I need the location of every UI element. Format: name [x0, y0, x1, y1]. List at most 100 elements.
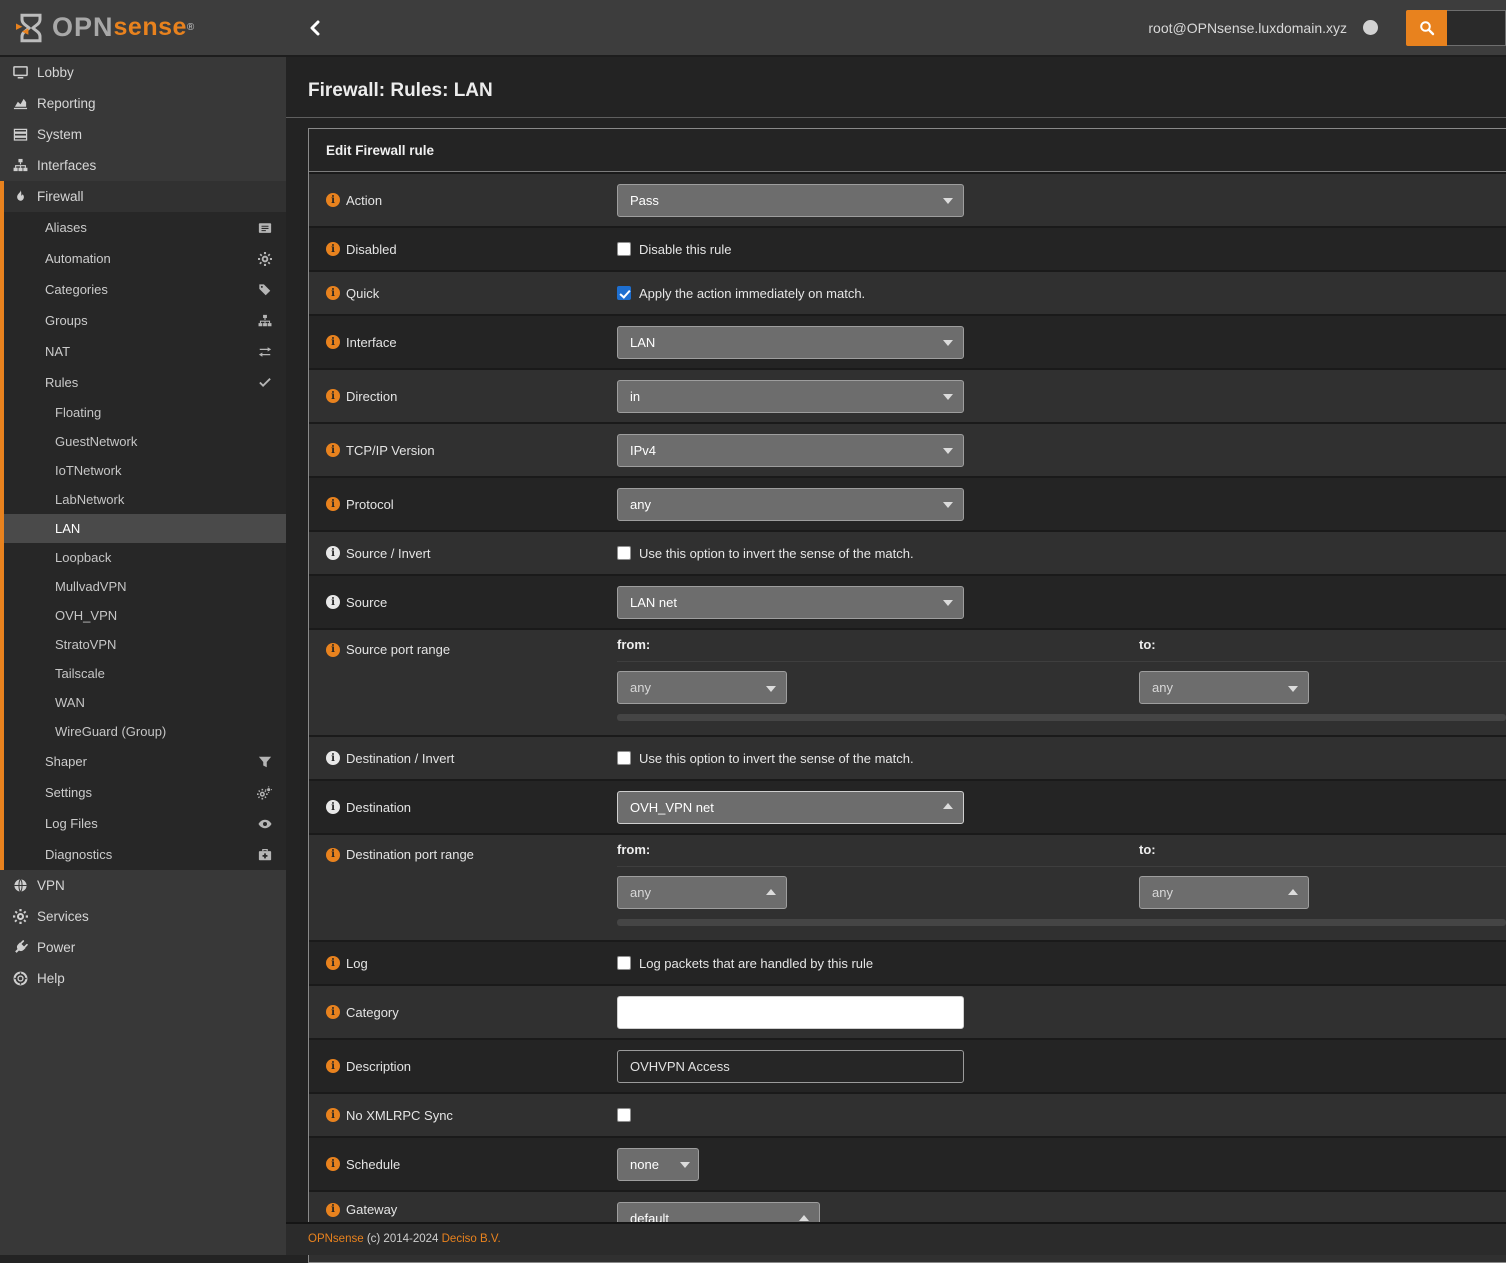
selected-value: any [1152, 680, 1173, 695]
destination-port-to-select[interactable]: any [1139, 876, 1309, 909]
sidebar-item-rules-labnetwork[interactable]: LabNetwork [4, 485, 286, 514]
sidebar-item-label: Services [37, 909, 89, 924]
checkbox-label: Disable this rule [639, 242, 732, 257]
schedule-select[interactable]: none [617, 1148, 699, 1181]
opnsense-logo[interactable]: OPNsense® [0, 12, 286, 43]
port-table-header: from: to: [617, 636, 1506, 662]
sidebar-item-rules-lan[interactable]: LAN [4, 514, 286, 543]
info-icon[interactable] [326, 595, 340, 609]
sidebar-item-automation[interactable]: Automation [4, 243, 286, 274]
sidebar-item-lobby[interactable]: Lobby [0, 57, 286, 88]
deciso-footer-link[interactable]: Deciso B.V. [442, 1233, 501, 1245]
info-icon[interactable] [326, 1157, 340, 1171]
logged-in-user[interactable]: root@OPNsense.luxdomain.xyz [1148, 20, 1347, 36]
info-icon[interactable] [326, 193, 340, 207]
sidebar-item-help[interactable]: Help [0, 963, 286, 994]
source-invert-checkbox[interactable] [617, 546, 631, 560]
field-label: TCP/IP Version [346, 443, 435, 458]
sidebar-item-reporting[interactable]: Reporting [0, 88, 286, 119]
info-icon[interactable] [326, 956, 340, 970]
destination-port-from-select[interactable]: any [617, 876, 787, 909]
opnsense-footer-link[interactable]: OPNsense [308, 1233, 364, 1245]
firewall-submenu: Aliases Automation Categories Groups [4, 212, 286, 870]
form-row-destination: Destination OVH_VPN net [309, 779, 1506, 833]
info-icon[interactable] [326, 848, 340, 862]
source-select[interactable]: LAN net [617, 586, 964, 619]
sidebar-item-services[interactable]: Services [0, 901, 286, 932]
sidebar-item-log-files[interactable]: Log Files [4, 808, 286, 839]
sidebar-item-nat[interactable]: NAT [4, 336, 286, 367]
sidebar-item-diagnostics[interactable]: Diagnostics [4, 839, 286, 870]
sidebar-item-rules-iotnetwork[interactable]: IoTNetwork [4, 456, 286, 485]
sidebar-item-rules-floating[interactable]: Floating [4, 398, 286, 427]
destination-select[interactable]: OVH_VPN net [617, 791, 964, 824]
sidebar-item-rules-mullvadvpn[interactable]: MullvadVPN [4, 572, 286, 601]
sidebar-item-label: VPN [37, 878, 65, 893]
sidebar-item-power[interactable]: Power [0, 932, 286, 963]
sidebar-nav: Lobby Reporting System Interfaces Firewa… [0, 57, 286, 1255]
info-icon[interactable] [326, 1005, 340, 1019]
disabled-checkbox[interactable] [617, 242, 631, 256]
protocol-select[interactable]: any [617, 488, 964, 521]
gears-icon [257, 786, 272, 800]
description-input[interactable] [617, 1050, 964, 1083]
horizontal-scrollbar[interactable] [617, 714, 1506, 721]
sidebar-item-label: Help [37, 971, 65, 986]
sidebar-item-rules-loopback[interactable]: Loopback [4, 543, 286, 572]
info-icon[interactable] [326, 335, 340, 349]
sidebar-item-aliases[interactable]: Aliases [4, 212, 286, 243]
info-icon[interactable] [326, 443, 340, 457]
search-input[interactable] [1447, 10, 1506, 46]
horizontal-scrollbar[interactable] [617, 919, 1506, 926]
direction-select[interactable]: in [617, 380, 964, 413]
form-row-disabled: Disabled Disable this rule [309, 226, 1506, 270]
destination-invert-checkbox[interactable] [617, 751, 631, 765]
sidebar-item-rules-stratovpn[interactable]: StratoVPN [4, 630, 286, 659]
sidebar-item-rules-tailscale[interactable]: Tailscale [4, 659, 286, 688]
info-icon[interactable] [326, 800, 340, 814]
sidebar-collapse-chevron-icon[interactable] [308, 20, 322, 36]
field-label: Disabled [346, 242, 397, 257]
source-port-to-select[interactable]: any [1139, 671, 1309, 704]
hourglass-logo-icon [16, 13, 46, 43]
quick-checkbox[interactable] [617, 286, 631, 300]
sidebar-item-rules[interactable]: Rules [4, 367, 286, 398]
selected-value: any [630, 497, 651, 512]
sidebar-item-vpn[interactable]: VPN [0, 870, 286, 901]
info-icon[interactable] [326, 286, 340, 300]
sidebar-item-rules-guestnetwork[interactable]: GuestNetwork [4, 427, 286, 456]
sidebar-item-rules-wireguard-group[interactable]: WireGuard (Group) [4, 717, 286, 746]
no-xmlrpc-checkbox[interactable] [617, 1108, 631, 1122]
info-icon[interactable] [326, 1059, 340, 1073]
sidebar-item-groups[interactable]: Groups [4, 305, 286, 336]
action-select[interactable]: Pass [617, 184, 964, 217]
search-button[interactable] [1406, 10, 1447, 46]
sidebar-item-interfaces[interactable]: Interfaces [0, 150, 286, 181]
info-icon[interactable] [326, 1203, 340, 1217]
source-port-from-select[interactable]: any [617, 671, 787, 704]
ipversion-select[interactable]: IPv4 [617, 434, 964, 467]
info-icon[interactable] [326, 751, 340, 765]
info-icon[interactable] [326, 546, 340, 560]
log-checkbox[interactable] [617, 956, 631, 970]
info-icon[interactable] [326, 497, 340, 511]
sidebar-item-firewall[interactable]: Firewall [4, 181, 286, 212]
interface-select[interactable]: LAN [617, 326, 964, 359]
form-row-destination-invert: Destination / Invert Use this option to … [309, 735, 1506, 779]
sidebar-item-categories[interactable]: Categories [4, 274, 286, 305]
info-icon[interactable] [326, 389, 340, 403]
sidebar-item-settings[interactable]: Settings [4, 777, 286, 808]
selected-value: any [630, 885, 651, 900]
field-label: Destination / Invert [346, 751, 454, 766]
form-row-destination-port: Destination port range from: to: any any [309, 833, 1506, 940]
sidebar-item-rules-wan[interactable]: WAN [4, 688, 286, 717]
field-label: Direction [346, 389, 397, 404]
sidebar-item-shaper[interactable]: Shaper [4, 746, 286, 777]
sidebar-item-rules-ovh-vpn[interactable]: OVH_VPN [4, 601, 286, 630]
form-row-log: Log Log packets that are handled by this… [309, 940, 1506, 984]
info-icon[interactable] [326, 242, 340, 256]
sidebar-item-system[interactable]: System [0, 119, 286, 150]
info-icon[interactable] [326, 643, 340, 657]
info-icon[interactable] [326, 1108, 340, 1122]
category-input[interactable] [617, 996, 964, 1029]
